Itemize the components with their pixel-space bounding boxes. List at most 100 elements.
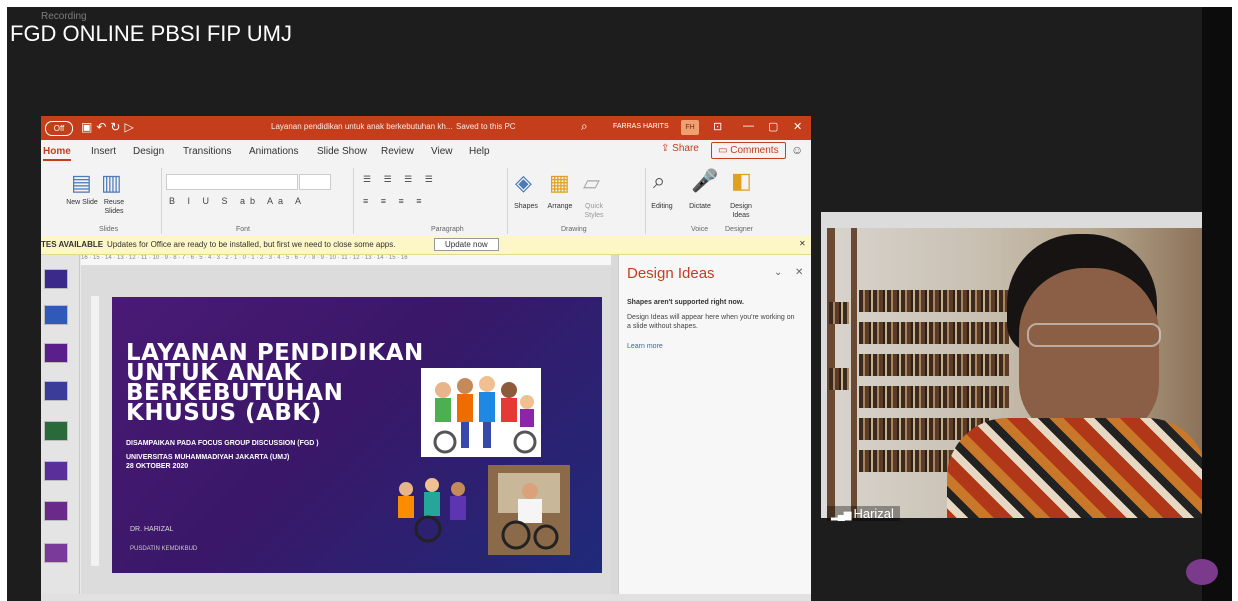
comments-label: Comments: [730, 145, 779, 156]
wheelchair-illustration: [388, 475, 478, 545]
children-illustration: [421, 368, 541, 457]
ribbon-divider: [161, 168, 162, 234]
new-slide-button[interactable]: New Slide: [65, 198, 99, 207]
close-icon[interactable]: ✕: [795, 267, 803, 278]
vertical-scrollbar[interactable]: [611, 255, 618, 601]
microphone-icon[interactable]: 🎤: [691, 168, 718, 194]
font-format-controls[interactable]: B I U S ab Aa A: [169, 196, 306, 206]
slide-thumbnail[interactable]: [44, 421, 68, 441]
close-icon[interactable]: ✕: [799, 239, 806, 248]
quick-access-toolbar[interactable]: ▣↶↻▷: [81, 120, 138, 134]
comments-button[interactable]: ▭ Comments: [711, 142, 786, 159]
tab-view[interactable]: View: [431, 146, 453, 157]
slide-title: LAYANAN PENDIDIKAN UNTUK ANAK BERKEBUTUH…: [126, 340, 424, 426]
tab-home[interactable]: Home: [43, 146, 71, 161]
slide-thumbnail[interactable]: [44, 543, 68, 563]
tab-review[interactable]: Review: [381, 146, 414, 157]
slide-thumbnail[interactable]: [44, 343, 68, 363]
slides-group-label: Slides: [99, 226, 119, 233]
current-slide[interactable]: LAYANAN PENDIDIKAN UNTUK ANAK BERKEBUTUH…: [112, 297, 602, 573]
side-strip: [1202, 7, 1232, 601]
slide-thumbnail[interactable]: [44, 501, 68, 521]
shapes-button[interactable]: Shapes: [509, 202, 543, 211]
reuse-slides-icon[interactable]: ▥: [101, 170, 122, 196]
font-size-field[interactable]: [299, 174, 331, 190]
slide-thumbnail[interactable]: [44, 305, 68, 325]
undo-icon[interactable]: ↶: [96, 120, 110, 134]
shapes-icon[interactable]: ◈: [515, 170, 532, 196]
tab-insert[interactable]: Insert: [91, 146, 116, 157]
drawing-group-label: Drawing: [561, 226, 587, 233]
quick-styles-icon[interactable]: ▱: [583, 170, 600, 196]
dictate-button[interactable]: Dictate: [683, 202, 717, 211]
editing-icon[interactable]: ⌕: [653, 168, 665, 194]
book-row: [829, 368, 849, 390]
close-icon[interactable]: ✕: [793, 120, 802, 133]
paragraph-group-label: Paragraph: [431, 226, 464, 233]
update-bar-title: TES AVAILABLE: [41, 240, 104, 249]
feedback-icon[interactable]: ☺: [791, 143, 803, 157]
bookshelf: [851, 228, 857, 518]
slide-thumbnail[interactable]: [44, 269, 68, 289]
tab-help[interactable]: Help: [469, 146, 490, 157]
update-now-button[interactable]: Update now: [434, 238, 499, 251]
slide-subtitle: DISAMPAIKAN PADA FOCUS GROUP DISCUSSION …: [126, 440, 319, 447]
autosave-toggle[interactable]: Off: [45, 121, 73, 136]
chevron-down-icon[interactable]: ⌄: [774, 267, 782, 278]
design-ideas-icon[interactable]: ◧: [731, 168, 752, 194]
arrange-button[interactable]: Arrange: [543, 202, 577, 211]
search-icon[interactable]: ⌕: [581, 119, 588, 134]
redo-icon[interactable]: ↻: [110, 120, 124, 134]
book-row: [829, 302, 849, 324]
comment-icon: ▭: [718, 145, 731, 156]
ppt-titlebar: Off ▣↶↻▷ Layanan pendidikan untuk anak b…: [41, 116, 811, 140]
update-bar-message: Updates for Office are ready to be insta…: [107, 240, 396, 249]
design-ideas-pane: Design Ideas ⌄ ✕ Shapes aren't supported…: [618, 255, 811, 601]
slide-organization: PUSDATIN KEMDIKBUD: [130, 546, 198, 552]
learn-more-link[interactable]: Learn more: [627, 343, 663, 350]
tab-animations[interactable]: Animations: [249, 146, 298, 157]
ribbon-divider: [353, 168, 354, 234]
channel-logo: [1186, 559, 1218, 585]
design-ideas-message: Design Ideas will appear here when you'r…: [627, 314, 795, 330]
share-button[interactable]: ⇪ Share: [661, 143, 699, 154]
design-ideas-title: Design Ideas: [627, 265, 715, 282]
alignment-controls[interactable]: ≡ ≡ ≡ ≡: [363, 196, 427, 206]
book-row: [859, 322, 1009, 344]
save-icon[interactable]: ▣: [81, 120, 96, 134]
saved-status[interactable]: Saved to this PC: [456, 122, 516, 131]
participant-video-tile[interactable]: ▂▄▆ Harizal: [821, 212, 1202, 521]
new-slide-icon[interactable]: ▤: [71, 170, 92, 196]
minimize-icon[interactable]: —: [743, 120, 754, 132]
user-name[interactable]: FARRAS HARITS: [613, 123, 669, 130]
signal-bars-icon: ▂▄▆: [831, 510, 851, 521]
shared-screen-powerpoint: Off ▣↶↻▷ Layanan pendidikan untuk anak b…: [41, 116, 811, 601]
avatar[interactable]: FH: [681, 120, 699, 135]
font-name-field[interactable]: [166, 174, 298, 190]
slide-thumbnail-panel[interactable]: [41, 255, 80, 601]
editing-button[interactable]: Editing: [645, 202, 679, 211]
book-row: [859, 354, 1009, 376]
start-presentation-icon[interactable]: ▷: [124, 120, 137, 134]
participant-name-label: ▂▄▆ Harizal: [827, 506, 900, 521]
document-title: Layanan pendidikan untuk anak berkebutuh…: [271, 122, 453, 131]
status-bar: [41, 594, 811, 601]
reuse-slides-button[interactable]: Reuse Slides: [97, 198, 131, 216]
ribbon-tabs: Home Insert Design Transitions Animation…: [41, 140, 811, 162]
arrange-icon[interactable]: ▦: [549, 170, 570, 196]
maximize-icon[interactable]: ▢: [768, 120, 778, 133]
ribbon-display-icon[interactable]: ⊡: [713, 120, 722, 133]
glasses: [1027, 323, 1161, 347]
quick-styles-button[interactable]: Quick Styles: [579, 202, 609, 220]
tab-design[interactable]: Design: [133, 146, 164, 157]
slide-thumbnail[interactable]: [44, 381, 68, 401]
book-row: [859, 290, 1009, 312]
meeting-window: Recording FGD ONLINE PBSI FIP UMJ Off ▣↶…: [7, 7, 1232, 601]
voice-group-label: Voice: [691, 226, 709, 233]
meeting-title: FGD ONLINE PBSI FIP UMJ: [10, 21, 292, 46]
tab-slide-show[interactable]: Slide Show: [317, 146, 367, 157]
slide-thumbnail[interactable]: [44, 461, 68, 481]
design-ideas-button[interactable]: Design Ideas: [723, 202, 759, 220]
list-controls[interactable]: ☰ ☰ ☰ ☰: [363, 174, 438, 185]
tab-transitions[interactable]: Transitions: [183, 146, 232, 157]
